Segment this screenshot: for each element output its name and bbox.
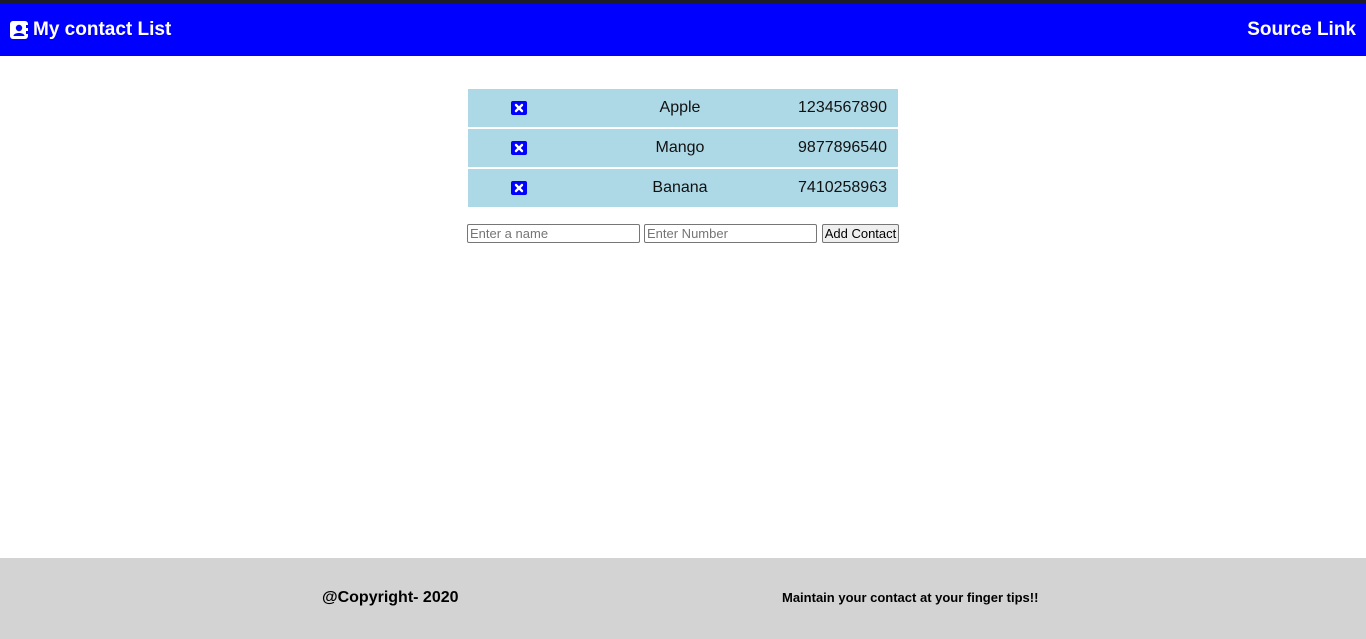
contact-number: 7410258963: [798, 179, 887, 196]
app-title: My contact List: [33, 19, 172, 40]
app-header: My contact List Source Link: [0, 4, 1366, 56]
contact-list: Apple 1234567890 Mango 9877896540 Banana…: [468, 89, 898, 209]
app-brand: My contact List: [10, 4, 171, 56]
contact-number: 9877896540: [798, 139, 887, 156]
page-footer: @Copyright- 2020 Maintain your contact a…: [0, 558, 1366, 639]
contact-number: 1234567890: [798, 99, 887, 116]
source-link[interactable]: Source Link: [1247, 4, 1356, 56]
contact-book-icon: [10, 21, 28, 39]
name-input[interactable]: [467, 224, 640, 243]
number-input[interactable]: [644, 224, 817, 243]
copyright-text: @Copyright- 2020: [322, 589, 459, 606]
contact-row: Banana 7410258963: [468, 169, 898, 207]
contact-row: Apple 1234567890: [468, 89, 898, 127]
footer-tagline: Maintain your contact at your finger tip…: [782, 590, 1039, 605]
add-contact-button[interactable]: Add Contact: [822, 224, 899, 243]
add-contact-form: Add Contact: [467, 224, 899, 243]
contact-row: Mango 9877896540: [468, 129, 898, 167]
